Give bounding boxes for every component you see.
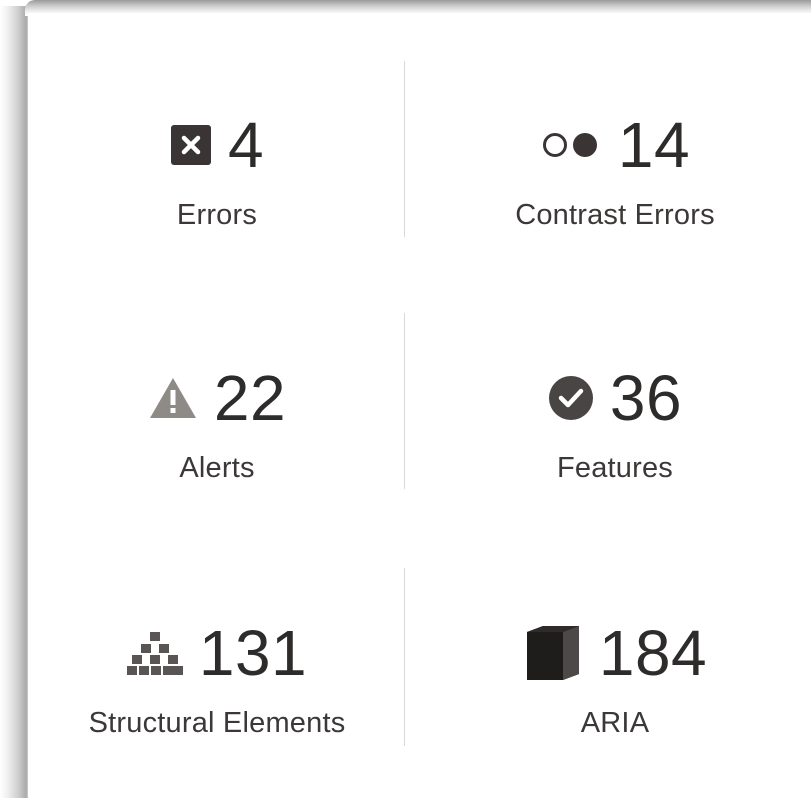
stat-errors-value: 4 [227,109,265,181]
contrast-icon [540,130,602,160]
stat-aria[interactable]: 184 ARIA [426,521,804,751]
stat-contrast-value-row: 14 [540,105,690,185]
stat-alerts[interactable]: 22 Alerts [28,266,406,496]
stat-features-value: 36 [609,362,683,434]
stat-structural-value-row: 131 [126,613,308,693]
stat-contrast-errors-value: 14 [617,109,691,181]
summary-stage: 4 Errors 14 Contrast Errors 22 Alerts 36… [0,0,811,798]
stat-aria-value: 184 [598,617,708,689]
stat-alerts-label: Alerts [179,452,255,484]
stat-errors-label: Errors [176,199,258,231]
stat-aria-value-row: 184 [523,613,707,693]
stat-errors-value-row: 4 [170,105,264,185]
stat-alerts-value-row: 22 [148,358,286,438]
checkmark-circle-icon [548,375,594,421]
error-x-icon [170,124,212,166]
stats-grid: 4 Errors 14 Contrast Errors 22 Alerts 36… [28,13,811,798]
stat-aria-label: ARIA [580,707,650,739]
stat-contrast-errors-label: Contrast Errors [515,199,715,231]
stat-contrast-errors[interactable]: 14 Contrast Errors [426,13,804,243]
hierarchy-icon [126,630,183,676]
stat-structural-elements-value: 131 [198,617,308,689]
alert-triangle-icon [148,376,198,420]
stat-structural-elements[interactable]: 131 Structural Elements [28,521,406,751]
stat-features-value-row: 36 [548,358,682,438]
stat-features[interactable]: 36 Features [426,266,804,496]
stat-features-label: Features [556,452,674,484]
stat-structural-elements-label: Structural Elements [88,707,346,739]
summary-panel: 4 Errors 14 Contrast Errors 22 Alerts 36… [28,13,811,798]
panel-shadow-left [0,6,30,798]
stat-alerts-value: 22 [213,362,287,434]
stat-errors[interactable]: 4 Errors [28,13,406,243]
aria-cube-icon [523,624,583,682]
